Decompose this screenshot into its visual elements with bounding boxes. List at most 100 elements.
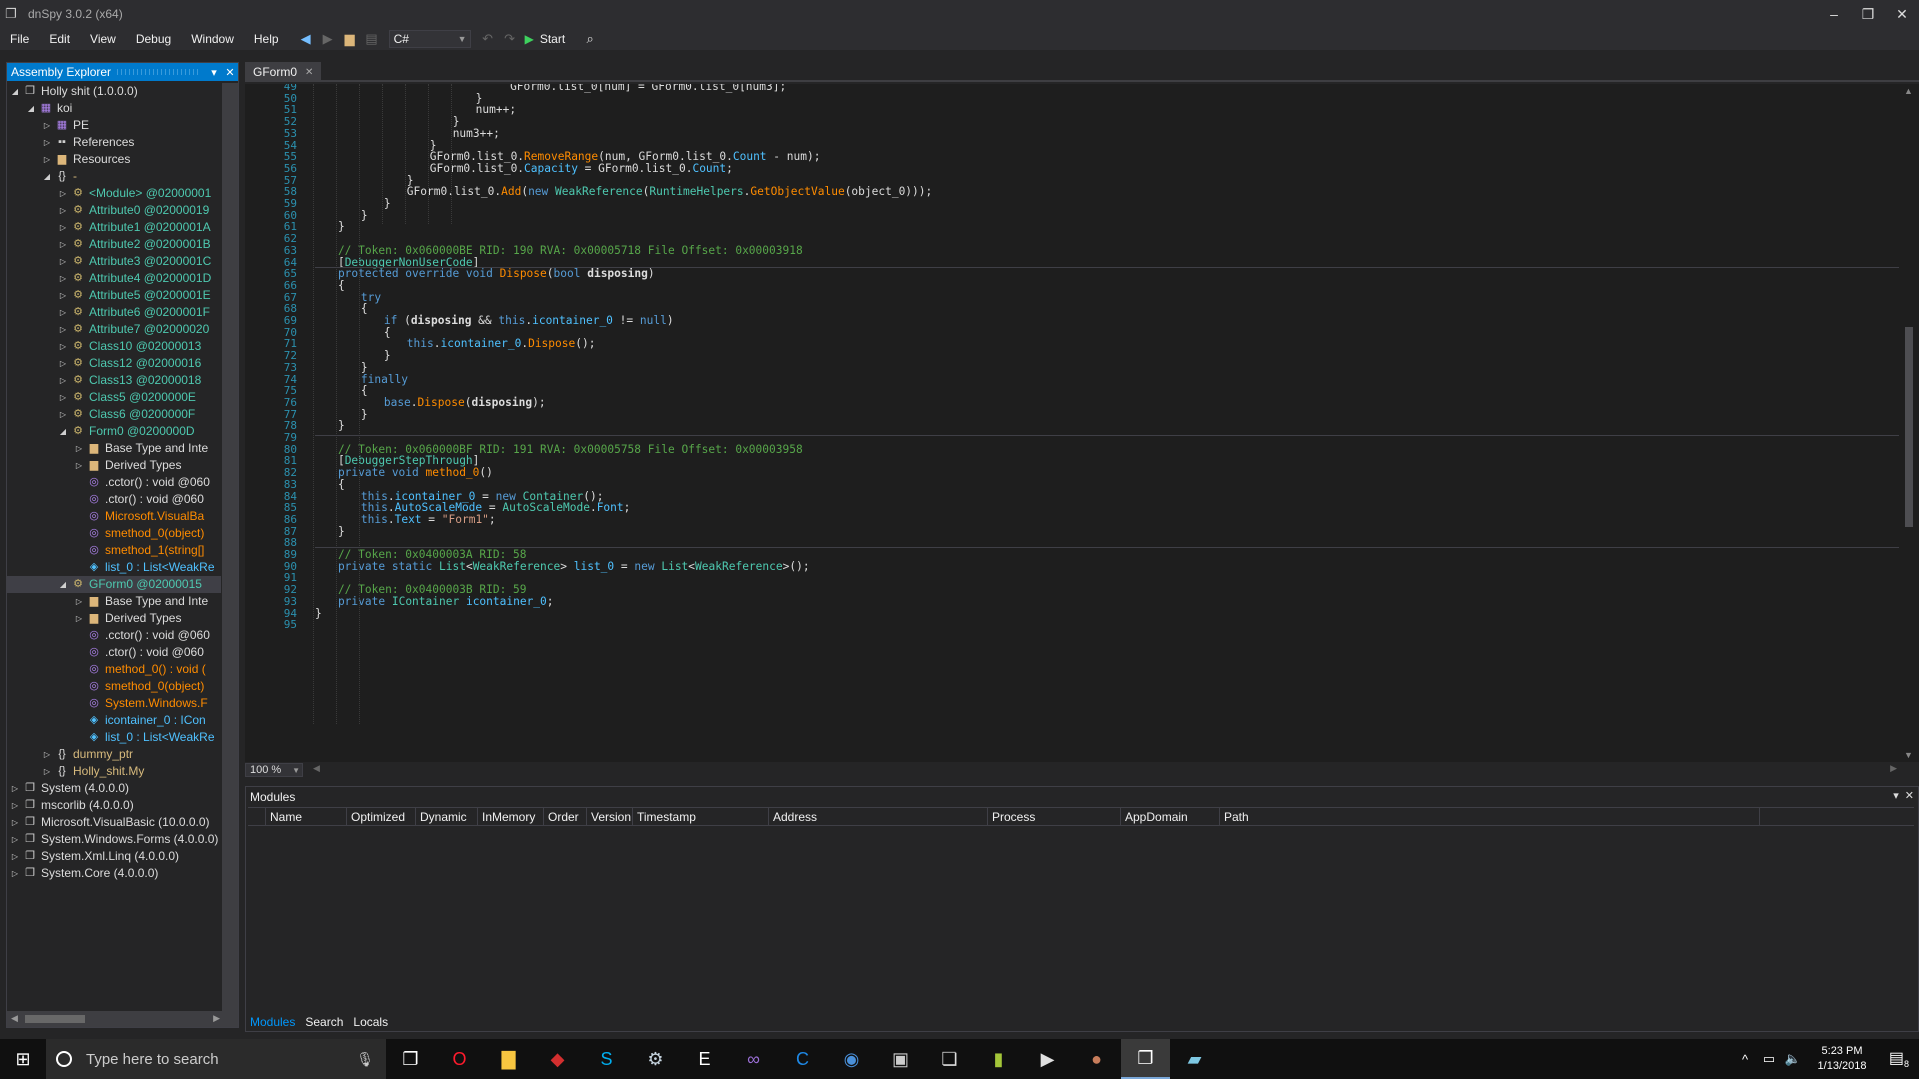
code-area[interactable]: GForm0.list_0[num] = GForm0.list_0[num3]… <box>313 84 1895 762</box>
code-line[interactable]: finally <box>361 373 408 387</box>
code-line[interactable]: } <box>361 408 368 422</box>
tree-item[interactable]: ▷ ⚙ Class5 @0200000E <box>7 389 221 406</box>
tree-item[interactable]: ▷ ⚙ Attribute7 @02000020 <box>7 321 221 338</box>
language-select[interactable]: C# ▼ <box>388 30 471 48</box>
tree-item[interactable]: ▷ ⚙ Attribute5 @0200001E <box>7 287 221 304</box>
close-button[interactable]: ✕ <box>1885 0 1919 28</box>
forward-icon[interactable]: ▶ <box>317 29 339 49</box>
expand-icon[interactable]: ▷ <box>9 865 21 882</box>
tree-item[interactable]: ▷ ❐ System.Core (4.0.0.0) <box>7 865 221 882</box>
tree-item[interactable]: ▷ ⚙ Class10 @02000013 <box>7 338 221 355</box>
close-icon[interactable]: ✕ <box>1905 789 1914 802</box>
tree-item[interactable]: ◎ .cctor() : void @060 <box>7 474 221 491</box>
expand-icon[interactable]: ▷ <box>57 287 69 304</box>
column-process[interactable]: Process <box>988 808 1121 826</box>
code-line[interactable]: GForm0.list_0.Add(new WeakReference(Runt… <box>407 185 932 199</box>
expand-icon[interactable]: ▷ <box>9 831 21 848</box>
close-icon[interactable]: ✕ <box>222 66 238 79</box>
tree-item[interactable]: ▷ ⚙ Class6 @0200000F <box>7 406 221 423</box>
collapse-icon[interactable]: ◢ <box>57 423 69 440</box>
editor-horizontal-scrollbar[interactable]: ◀ ▶ <box>309 763 1919 775</box>
maximize-button[interactable]: ❐ <box>1851 0 1885 28</box>
tree-horizontal-scrollbar[interactable]: ◀ ▶ <box>7 1011 238 1027</box>
panel-grip[interactable] <box>117 69 200 75</box>
visual-studio-icon[interactable]: ∞ <box>729 1039 778 1079</box>
tree-vertical-scrollbar[interactable] <box>222 83 238 1013</box>
tree-item[interactable]: ▷ ▦ PE <box>7 117 221 134</box>
code-line[interactable]: } <box>338 525 345 539</box>
expand-icon[interactable]: ▷ <box>57 270 69 287</box>
file-explorer-icon[interactable]: ▇ <box>484 1039 533 1079</box>
tree-item[interactable]: ▷ ❐ System.Windows.Forms (4.0.0.0) <box>7 831 221 848</box>
scroll-down-icon[interactable]: ▼ <box>1904 750 1913 760</box>
tree-item[interactable]: ◎ .ctor() : void @060 <box>7 491 221 508</box>
notification-center-icon[interactable]: ▤8 <box>1879 1048 1919 1069</box>
start-button[interactable]: ▶ Start <box>525 32 566 46</box>
column-optimized[interactable]: Optimized <box>347 808 416 826</box>
code-editor[interactable]: 49 50 51 52 53 54 55 56 57 58 59 60 61 62 63 64 65 66 67 68… <box>245 84 1899 762</box>
column-version[interactable]: Version <box>587 808 633 826</box>
scroll-right-icon[interactable]: ▶ <box>1890 763 1897 774</box>
code-line[interactable]: if (disposing && this.icontainer_0 != nu… <box>384 314 674 328</box>
tree-item[interactable]: ◎ smethod_0(object) <box>7 678 221 695</box>
tab-locals[interactable]: Locals <box>348 1015 393 1029</box>
tree-item[interactable]: ▷ ❐ System (4.0.0.0) <box>7 780 221 797</box>
tab-modules[interactable]: Modules <box>245 1015 300 1029</box>
scrollbar-thumb[interactable] <box>25 1015 85 1023</box>
tree-item[interactable]: ▷ ⚙ Class12 @02000016 <box>7 355 221 372</box>
tree-item[interactable]: ▷ ❐ Microsoft.VisualBasic (10.0.0.0) <box>7 814 221 831</box>
tree-item[interactable]: ▷ ▆ Derived Types <box>7 457 221 474</box>
column-inmemory[interactable]: InMemory <box>478 808 544 826</box>
menu-debug[interactable]: Debug <box>126 28 181 50</box>
open-icon[interactable]: ▆ <box>339 29 361 49</box>
expand-icon[interactable]: ▷ <box>41 763 53 780</box>
paint-app-icon[interactable]: ▰ <box>1170 1039 1219 1079</box>
code-line[interactable]: num++; <box>476 103 516 117</box>
tree-item[interactable]: ▷ ⚙ Attribute2 @0200001B <box>7 236 221 253</box>
opera-icon[interactable]: O <box>435 1039 484 1079</box>
expand-icon[interactable]: ▷ <box>57 185 69 202</box>
tree-item[interactable]: ◈ list_0 : List<WeakRe <box>7 729 221 746</box>
tree-item[interactable]: ◎ System.Windows.F <box>7 695 221 712</box>
code-line[interactable]: { <box>384 326 391 340</box>
ccleaner-icon[interactable]: C <box>778 1039 827 1079</box>
undo-icon[interactable]: ↶ <box>477 29 499 49</box>
expand-icon[interactable]: ▷ <box>57 219 69 236</box>
epic-games-icon[interactable]: E <box>680 1039 729 1079</box>
expand-icon[interactable]: ▷ <box>57 406 69 423</box>
column-dynamic[interactable]: Dynamic <box>416 808 478 826</box>
redo-icon[interactable]: ↷ <box>499 29 521 49</box>
device-app-icon[interactable]: ▣ <box>876 1039 925 1079</box>
tree-item[interactable]: ◢ ⚙ GForm0 @02000015 <box>7 576 221 593</box>
expand-icon[interactable]: ▷ <box>41 134 53 151</box>
notes-app-icon[interactable]: ▮ <box>974 1039 1023 1079</box>
tree-item[interactable]: ◈ icontainer_0 : ICon <box>7 712 221 729</box>
tree-item[interactable]: ▷ ⚙ Attribute6 @0200001F <box>7 304 221 321</box>
tree-item[interactable]: ▷ ▆ Derived Types <box>7 610 221 627</box>
collapse-icon[interactable]: ◢ <box>25 100 37 117</box>
tree-item[interactable]: ▷ ▆ Base Type and Inte <box>7 440 221 457</box>
scroll-left-icon[interactable]: ◀ <box>313 763 320 774</box>
code-line[interactable]: { <box>361 384 368 398</box>
expand-icon[interactable]: ▷ <box>73 593 85 610</box>
expand-icon[interactable]: ▷ <box>57 253 69 270</box>
scroll-up-icon[interactable]: ▲ <box>1904 86 1913 96</box>
expand-icon[interactable]: ▷ <box>57 321 69 338</box>
chevron-up-icon[interactable]: ^ <box>1733 1052 1757 1067</box>
tree-item[interactable]: ◢ ⚙ Form0 @0200000D <box>7 423 221 440</box>
code-line[interactable]: this.Text = "Form1"; <box>361 513 496 527</box>
tree-item[interactable]: ▷ ⚙ <Module> @02000001 <box>7 185 221 202</box>
code-line[interactable]: this.icontainer_0.Dispose(); <box>407 337 596 351</box>
code-line[interactable]: } <box>384 349 391 363</box>
tab-search[interactable]: Search <box>300 1015 348 1029</box>
expand-icon[interactable]: ▷ <box>57 389 69 406</box>
media-player-icon[interactable]: ▶ <box>1023 1039 1072 1079</box>
tree-item[interactable]: ◎ smethod_0(object) <box>7 525 221 542</box>
tab-gform0[interactable]: GForm0 ✕ <box>245 62 322 82</box>
taskbar-search-box[interactable]: Type here to search 🎙 <box>46 1039 386 1079</box>
code-line[interactable]: base.Dispose(disposing); <box>384 396 546 410</box>
column-appdomain[interactable]: AppDomain <box>1121 808 1220 826</box>
photo-app-icon[interactable]: ● <box>1072 1039 1121 1079</box>
chat-app-icon[interactable]: ◉ <box>827 1039 876 1079</box>
scroll-left-icon[interactable]: ◀ <box>11 1013 18 1024</box>
